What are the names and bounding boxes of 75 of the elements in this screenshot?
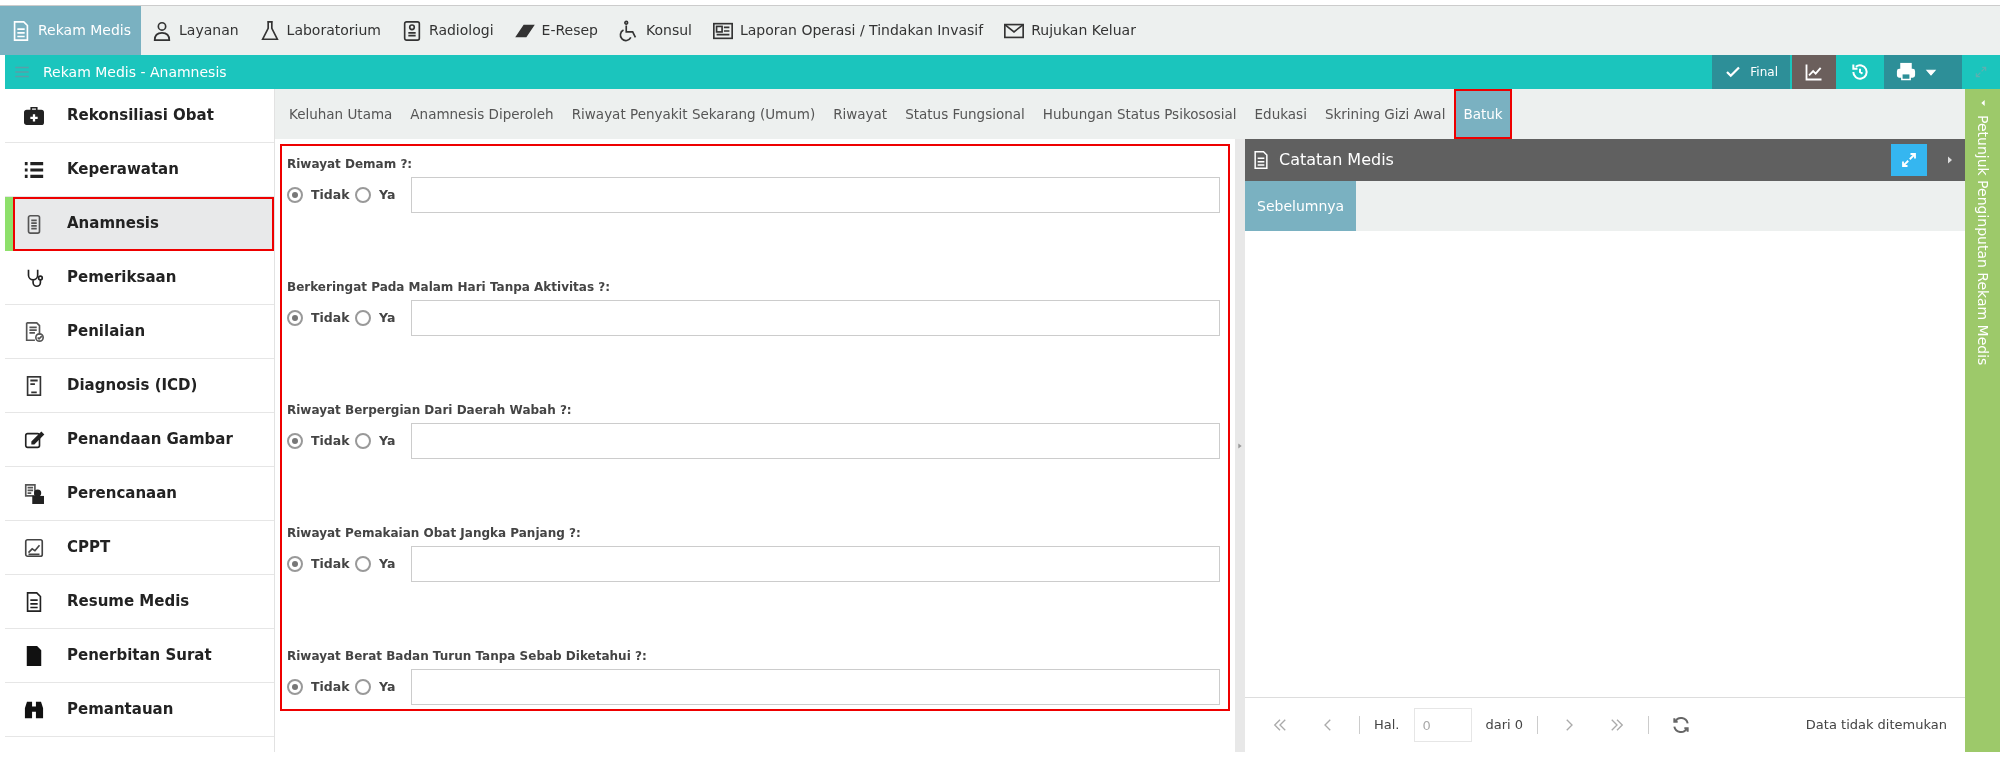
radio-button[interactable] xyxy=(287,310,303,326)
question-label: Riwayat Berpergian Dari Daerah Wabah ?: xyxy=(287,402,573,419)
radio-label: Ya xyxy=(379,677,396,696)
radio-label: Ya xyxy=(379,185,396,204)
radio-option[interactable]: Tidak xyxy=(287,431,355,451)
text-field[interactable] xyxy=(411,300,1220,336)
radio-button[interactable] xyxy=(287,556,303,572)
tab[interactable]: Riwayat xyxy=(824,89,897,139)
text-field[interactable] xyxy=(411,669,1220,705)
chart-icon xyxy=(1804,62,1824,82)
expand-button[interactable] xyxy=(1891,144,1927,176)
tab[interactable]: Status Fungsional xyxy=(896,89,1034,139)
radio-option[interactable]: Tidak xyxy=(287,677,355,697)
history-icon xyxy=(1850,62,1870,82)
text-field[interactable] xyxy=(411,423,1220,459)
tab[interactable]: Keluhan Utama xyxy=(280,89,402,139)
refresh-icon xyxy=(1671,715,1692,735)
radio-label: Tidak xyxy=(311,185,350,204)
person-document-icon xyxy=(23,482,45,505)
tab[interactable]: Edukasi xyxy=(1245,89,1316,139)
chart-document-icon xyxy=(23,536,45,559)
tab[interactable]: Riwayat Penyakit Sekarang (Umum) xyxy=(562,89,825,139)
radio-label: Tidak xyxy=(311,308,350,327)
status-text: Data tidak ditemukan xyxy=(1805,716,1947,735)
menu-tab[interactable]: Laporan Operasi / Tindakan Invasif xyxy=(701,6,994,55)
radio-button[interactable] xyxy=(287,187,303,203)
radio-button[interactable] xyxy=(355,310,371,326)
radio-label: Ya xyxy=(379,431,396,450)
menu-tab[interactable]: E-Resep xyxy=(503,6,608,55)
radio-option[interactable]: Ya xyxy=(355,554,411,574)
radio-label: Tidak xyxy=(311,431,350,450)
radio-button[interactable] xyxy=(287,679,303,695)
text-field[interactable] xyxy=(411,546,1220,582)
radio-option[interactable]: Tidak xyxy=(287,554,355,574)
radio-button[interactable] xyxy=(355,556,371,572)
radio-label: Ya xyxy=(379,308,396,327)
radio-option[interactable]: Ya xyxy=(355,185,411,205)
radio-button[interactable] xyxy=(355,433,371,449)
radio-option[interactable]: Tidak xyxy=(287,185,355,205)
question-label: Riwayat Demam ?: xyxy=(287,156,414,173)
menu-tab[interactable]: Laboratorium xyxy=(248,6,391,55)
tab[interactable]: Anamnesis Diperoleh xyxy=(401,89,563,139)
menu-tab[interactable]: Radiologi xyxy=(391,6,504,55)
printer-icon xyxy=(1896,62,1916,82)
document-check-icon xyxy=(23,320,45,343)
radio-button[interactable] xyxy=(355,679,371,695)
radio-option[interactable]: Tidak xyxy=(287,308,355,328)
radio-label: Tidak xyxy=(311,554,350,573)
text-field[interactable] xyxy=(411,177,1220,213)
question-label: Riwayat Pemakaian Obat Jangka Panjang ?: xyxy=(287,525,582,542)
print-button[interactable] xyxy=(1884,55,1962,89)
radio-option[interactable]: Ya xyxy=(355,308,411,328)
page-label: Hal. xyxy=(1374,716,1400,735)
page-title: Rekam Medis - Anamnesis xyxy=(43,62,227,82)
panel-title: Catatan Medis xyxy=(1279,149,1394,171)
final-button[interactable]: Final xyxy=(1712,55,1790,89)
page-count: dari 0 xyxy=(1485,716,1524,735)
question-label: Riwayat Berat Badan Turun Tanpa Sebab Diketahui ?: xyxy=(287,648,648,665)
menu-tab[interactable]: Layanan xyxy=(141,6,249,55)
tab[interactable]: Skrining Gizi Awal xyxy=(1315,89,1455,139)
radio-option[interactable]: Ya xyxy=(355,677,411,697)
menu-tab[interactable]: Rujukan Keluar xyxy=(993,6,1146,55)
question-label: Berkeringat Pada Malam Hari Tanpa Aktivitas ?: xyxy=(287,279,611,296)
radio-label: Ya xyxy=(379,554,396,573)
radio-label: Tidak xyxy=(311,677,350,696)
radio-button[interactable] xyxy=(287,433,303,449)
medkit-icon xyxy=(23,104,45,127)
expand-icon xyxy=(1900,151,1918,169)
help-panel-label: Petunjuk Penginputan Rekam Medis xyxy=(1974,115,1992,366)
menu-tab[interactable]: Konsul xyxy=(607,6,702,55)
radio-button[interactable] xyxy=(355,187,371,203)
tab[interactable]: Hubungan Status Psikososial xyxy=(1033,89,1246,139)
document-icon xyxy=(1251,150,1271,170)
chart-button[interactable] xyxy=(1792,55,1836,89)
radio-option[interactable]: Ya xyxy=(355,431,411,451)
